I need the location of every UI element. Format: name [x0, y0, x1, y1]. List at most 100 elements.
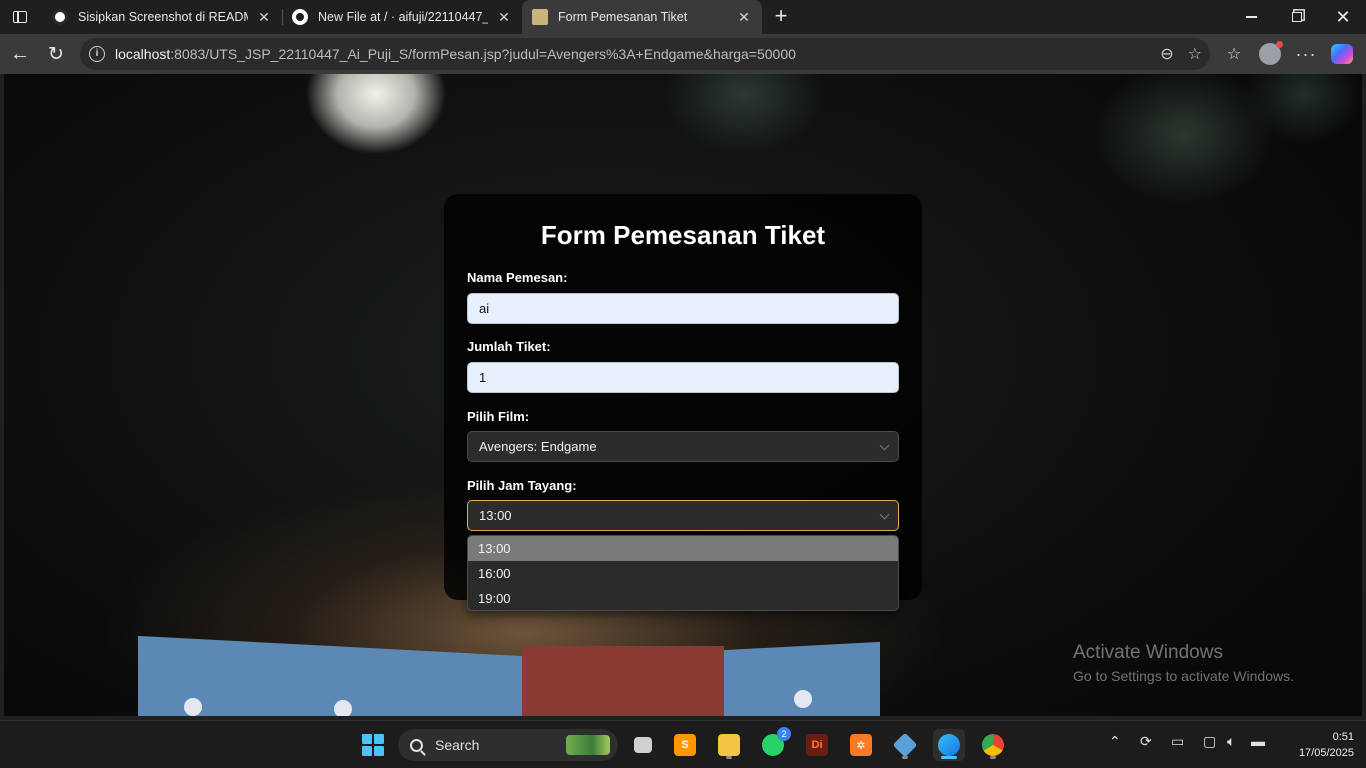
start-button[interactable] [357, 729, 389, 761]
github-icon [292, 9, 308, 25]
watermark-subtitle: Go to Settings to activate Windows. [1073, 668, 1294, 684]
edge-button[interactable] [933, 729, 965, 761]
tab-github[interactable]: New File at / · aifuji/22110447_AiP ✕ [282, 0, 522, 34]
url-text[interactable]: localhost:8083/UTS_JSP_22110447_Ai_Puji_… [115, 46, 796, 62]
background-decoration [184, 698, 202, 716]
tab-title: New File at / · aifuji/22110447_AiP [318, 10, 488, 24]
tab-title: Sisipkan Screenshot di README [78, 10, 248, 24]
jam-select-value: 13:00 [479, 508, 512, 523]
address-bar[interactable]: i localhost:8083/UTS_JSP_22110447_Ai_Puj… [80, 38, 1210, 70]
folder-icon [718, 734, 740, 756]
jam-label: Pilih Jam Tayang: [467, 478, 577, 493]
whatsapp-button[interactable]: 2 [757, 727, 791, 761]
file-explorer-button[interactable] [713, 729, 745, 761]
url-path: :8083/UTS_JSP_22110447_Ai_Puji_S/formPes… [170, 46, 796, 62]
running-indicator [726, 756, 732, 759]
url-host: localhost [115, 46, 171, 62]
close-window-button[interactable]: ✕ [1320, 0, 1366, 34]
dimension-app-icon: Di [806, 734, 828, 756]
sync-icon[interactable]: ⟳ [1140, 733, 1152, 750]
netbeans-button[interactable] [889, 729, 921, 761]
close-tab-icon[interactable]: ✕ [736, 9, 752, 26]
close-tab-icon[interactable]: ✕ [496, 9, 512, 26]
network-icon[interactable]: ▢ [1203, 733, 1216, 750]
omnibox-actions: ⊖ ☆ [1160, 44, 1202, 64]
avatar [1259, 41, 1283, 65]
profile-button[interactable] [1256, 40, 1284, 68]
film-label: Pilih Film: [467, 409, 530, 424]
more-options-icon[interactable]: ··· [1292, 40, 1320, 68]
task-view-button[interactable] [627, 729, 659, 761]
xampp-icon: ✲ [850, 734, 872, 756]
search-highlight-icon [566, 735, 610, 755]
netbeans-icon [892, 732, 918, 758]
windows-start-icon [362, 734, 384, 756]
xampp-button[interactable]: ✲ [845, 729, 877, 761]
nama-pemesan-input[interactable]: ai [467, 293, 899, 324]
new-tab-icon[interactable]: + [768, 4, 794, 30]
back-arrow-icon[interactable]: ← [6, 40, 34, 68]
jam-option[interactable]: 13:00 [468, 536, 898, 561]
dimension-button[interactable]: Di [801, 729, 833, 761]
copilot-button[interactable] [1328, 40, 1356, 68]
film-icon [532, 9, 548, 25]
site-info-icon[interactable]: i [89, 46, 105, 62]
close-tab-icon[interactable]: ✕ [256, 9, 272, 26]
activate-windows-watermark: Activate Windows Go to Settings to activ… [1073, 642, 1294, 684]
jumlah-label: Jumlah Tiket: [467, 339, 551, 354]
windows-taskbar: Search S 2 Di ✲ ⌃ ⟳ ▭ ▢ 🔈︎ ▬ 0:51 17/05/… [0, 720, 1366, 768]
background-decoration [334, 700, 352, 716]
openai-icon [52, 9, 68, 25]
tab-actions-icon[interactable] [8, 5, 32, 29]
page-title: Form Pemesanan Tiket [540, 220, 826, 250]
nama-label: Nama Pemesan: [467, 270, 568, 285]
restore-icon [1292, 12, 1302, 22]
jam-option[interactable]: 16:00 [468, 561, 898, 586]
jam-tayang-dropdown: 13:00 16:00 19:00 [467, 535, 899, 611]
browser-tab-strip: Sisipkan Screenshot di README ✕ New File… [0, 0, 1366, 34]
jumlah-tiket-input[interactable]: 1 [467, 362, 899, 393]
search-icon [410, 738, 423, 752]
browser-toolbar: ← ↻ i localhost:8083/UTS_JSP_22110447_Ai… [0, 34, 1366, 74]
film-select[interactable]: Avengers: Endgame [467, 431, 899, 462]
chrome-button[interactable] [977, 729, 1009, 761]
jam-option[interactable]: 19:00 [468, 586, 898, 610]
maximize-button[interactable] [1274, 0, 1320, 34]
taskbar-search[interactable]: Search [398, 729, 618, 761]
favorite-star-icon[interactable]: ☆ [1188, 44, 1202, 64]
sublime-text-icon: S [674, 734, 696, 756]
chevron-down-icon [879, 509, 890, 520]
minimize-icon [1245, 16, 1257, 18]
clock-time: 0:51 [1332, 731, 1354, 743]
background-decoration [794, 690, 812, 708]
jam-tayang-select[interactable]: 13:00 [467, 500, 899, 531]
zoom-icon[interactable]: ⊖ [1160, 44, 1173, 64]
chevron-down-icon [879, 440, 890, 451]
copilot-icon [1331, 44, 1353, 64]
tab-title: Form Pemesanan Tiket [558, 10, 688, 24]
notification-badge: 2 [777, 727, 791, 741]
watermark-title: Activate Windows [1073, 642, 1223, 663]
volume-icon[interactable]: 🔈︎ [1227, 733, 1235, 750]
background-popcorn-box-stripe [522, 646, 724, 716]
sublime-text-button[interactable]: S [669, 729, 701, 761]
running-indicator [941, 756, 957, 759]
page-viewport: Form Pemesanan Tiket Nama Pemesan: ai Ju… [4, 74, 1362, 716]
keyboard-icon[interactable]: ▭ [1171, 733, 1184, 750]
running-indicator [990, 756, 996, 759]
chevron-up-icon[interactable]: ⌃ [1109, 733, 1121, 750]
tab-readme[interactable]: Sisipkan Screenshot di README ✕ [42, 0, 282, 34]
running-indicator [902, 756, 908, 759]
tab-form-pemesanan[interactable]: Form Pemesanan Tiket ✕ [522, 0, 762, 34]
edge-icon [938, 734, 960, 756]
task-view-icon [634, 737, 652, 753]
system-clock[interactable]: 0:51 17/05/2025 [1278, 729, 1354, 761]
favorites-icon[interactable]: ☆ [1220, 40, 1248, 68]
reload-icon[interactable]: ↻ [42, 40, 70, 68]
film-select-value: Avengers: Endgame [479, 439, 597, 454]
search-label: Search [435, 737, 480, 753]
clock-date: 17/05/2025 [1298, 747, 1354, 759]
minimize-button[interactable] [1228, 0, 1274, 34]
battery-icon[interactable]: ▬ [1251, 733, 1265, 749]
chrome-icon [982, 734, 1004, 756]
